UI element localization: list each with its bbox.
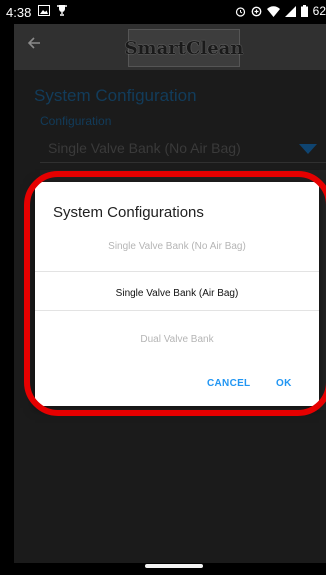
status-time: 4:38: [6, 5, 32, 20]
app-logo-text: SmartClean: [124, 37, 244, 59]
back-arrow-icon[interactable]: [27, 36, 41, 50]
battery-percent: 62: [312, 4, 326, 18]
data-saver-icon: [251, 6, 262, 16]
option-dual-valve-bank[interactable]: Dual Valve Bank: [35, 334, 319, 345]
home-indicator[interactable]: [145, 564, 203, 568]
cancel-button[interactable]: CANCEL: [207, 378, 250, 389]
app-logo: SmartClean: [125, 29, 243, 67]
system-configurations-dialog: System Configurations Single Valve Bank …: [35, 182, 319, 406]
configuration-label: Configuration: [40, 114, 112, 128]
ok-button[interactable]: OK: [276, 378, 292, 389]
app-bar: SmartClean: [14, 24, 326, 70]
battery-icon: [300, 5, 308, 17]
spinner-underline: [40, 162, 326, 163]
section-title: System Configuration: [34, 86, 197, 105]
wifi-icon: [266, 5, 280, 17]
option-divider: [35, 271, 319, 272]
configuration-spinner[interactable]: Single Valve Bank (No Air Bag): [48, 140, 241, 156]
dropdown-arrow-icon[interactable]: [299, 144, 317, 154]
dialog-title: System Configurations: [53, 204, 204, 221]
trophy-icon: [57, 5, 67, 16]
navigation-bar: [0, 563, 326, 575]
status-bar: 4:38 62: [0, 0, 326, 24]
notification-icons: [38, 4, 68, 16]
option-single-valve-no-air-bag[interactable]: Single Valve Bank (No Air Bag): [35, 241, 319, 252]
signal-icon: [284, 5, 296, 17]
image-icon: [38, 4, 50, 16]
option-single-valve-air-bag[interactable]: Single Valve Bank (Air Bag): [35, 288, 319, 299]
system-icons: 62: [235, 4, 326, 18]
alarm-icon: [235, 6, 245, 17]
option-divider: [35, 310, 319, 311]
